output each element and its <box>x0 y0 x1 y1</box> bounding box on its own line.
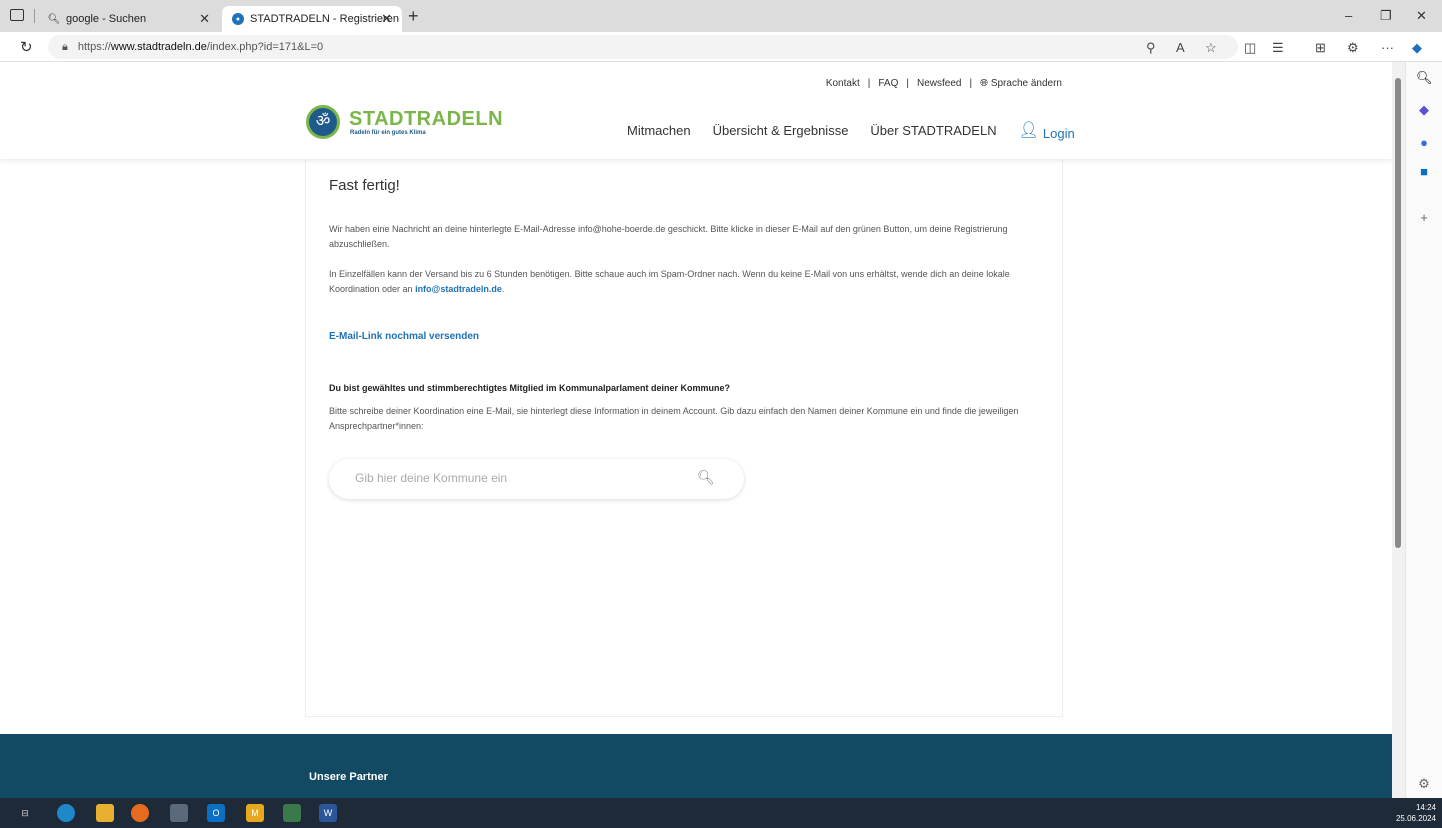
read-aloud-icon[interactable]: A <box>1176 40 1185 55</box>
browser-sidebar: 🔍︎ ◆ ● ■ + ⚙ <box>1405 62 1442 798</box>
restore-button[interactable]: ❐ <box>1380 8 1392 24</box>
site-favicon-icon: ● <box>232 13 244 25</box>
close-tab-icon[interactable]: ✕ <box>381 11 392 27</box>
key-icon[interactable]: ⚲ <box>1146 40 1156 56</box>
nav-separator: | <box>906 78 909 89</box>
login-link[interactable]: 👤︎ Login <box>1018 122 1075 143</box>
login-label: Login <box>1042 125 1075 141</box>
lock-icon: 🔒︎ <box>62 40 68 53</box>
council-info-text: Bitte schreibe deiner Koordination eine … <box>329 406 1019 431</box>
logo-name: STADTRADELN <box>349 108 504 130</box>
more-icon[interactable]: ··· <box>1381 40 1394 55</box>
word-icon[interactable]: W <box>319 804 337 822</box>
faq-link[interactable]: FAQ <box>878 78 898 89</box>
close-window-button[interactable]: ✕ <box>1416 8 1427 24</box>
new-tab-button[interactable]: + <box>408 6 419 27</box>
tab-actions-icon[interactable] <box>10 9 24 21</box>
search-icon[interactable]: 🔍︎ <box>697 469 715 486</box>
kontakt-link[interactable]: Kontakt <box>826 78 860 89</box>
web-page: Kontakt | FAQ | Newsfeed | 🌐︎ Sprache än… <box>0 62 1392 798</box>
logo-tagline: Radeln für ein gutes Klima <box>350 130 426 136</box>
language-label: Sprache ändern <box>990 78 1062 89</box>
settings-gear-icon[interactable]: ⚙ <box>1416 776 1432 792</box>
extensions-icon[interactable]: ⚙ <box>1347 40 1359 56</box>
close-tab-icon[interactable]: ✕ <box>199 11 210 27</box>
site-header: Kontakt | FAQ | Newsfeed | 🌐︎ Sprache än… <box>0 62 1392 159</box>
tab-stadtradeln[interactable]: ● STADTRADELN - Registrieren ✕ <box>222 6 402 32</box>
scrollbar-thumb[interactable] <box>1395 78 1401 548</box>
edge-icon[interactable] <box>57 804 75 822</box>
confirmation-text: Wir haben eine Nachricht an deine hinter… <box>329 224 1008 249</box>
nav-separator: | <box>867 78 871 89</box>
tab-separator <box>34 9 35 23</box>
add-icon[interactable]: + <box>1416 210 1432 226</box>
main-navigation: Mitmachen Übersicht & Ergebnisse Über ST… <box>627 122 1075 143</box>
calculator-icon[interactable] <box>170 804 188 822</box>
browser-tab-bar: 🔍︎ google - Suchen ✕ ● STADTRADELN - Reg… <box>0 0 1442 32</box>
partners-heading: Unsere Partner <box>309 771 388 783</box>
system-clock[interactable]: 14:24 25.06.2024 <box>1396 802 1436 824</box>
nav-mitmachen[interactable]: Mitmachen <box>627 123 691 143</box>
favorites-icon[interactable]: ☰ <box>1272 40 1284 56</box>
reload-icon[interactable]: ↻ <box>20 38 33 56</box>
minimize-button[interactable]: – <box>1345 8 1352 23</box>
firefox-icon[interactable] <box>131 804 149 822</box>
support-email-link[interactable]: info@stadtradeln.de <box>415 284 502 294</box>
split-screen-icon[interactable]: ◫ <box>1244 40 1256 56</box>
office-icon[interactable]: ● <box>1416 135 1432 151</box>
address-bar: ↻ 🔒︎ https://www.stadtradeln.de/index.ph… <box>0 32 1442 62</box>
page-title: Fast fertig! <box>329 177 400 194</box>
newsfeed-link[interactable]: Newsfeed <box>917 78 961 89</box>
search-icon: 🔍︎ <box>47 13 61 25</box>
page-scrollbar[interactable] <box>1392 62 1405 798</box>
url-field[interactable]: 🔒︎ https://www.stadtradeln.de/index.php?… <box>48 35 1238 59</box>
favorite-star-icon[interactable]: ☆ <box>1205 40 1217 56</box>
delivery-info-text: In Einzelfällen kann der Versand bis zu … <box>329 267 1049 297</box>
nav-uebersicht[interactable]: Übersicht & Ergebnisse <box>713 123 849 143</box>
copilot-icon[interactable]: ◆ <box>1412 40 1422 56</box>
outlook-icon[interactable]: ■ <box>1416 164 1432 180</box>
language-switch[interactable]: 🌐︎ Sprache ändern <box>980 78 1062 89</box>
clock-date: 25.06.2024 <box>1395 814 1436 823</box>
clock-time: 14:24 <box>1415 803 1436 812</box>
search-icon[interactable]: 🔍︎ <box>1416 70 1433 86</box>
council-question: Du bist gewähltes und stimmberechtigtes … <box>329 383 731 393</box>
url-path: /index.php?id=171&L=0 <box>206 41 324 53</box>
tab-google[interactable]: 🔍︎ google - Suchen ✕ <box>42 6 220 32</box>
site-footer: Unsere Partner <box>0 734 1392 798</box>
collections-icon[interactable]: ⊞ <box>1315 40 1326 56</box>
content-card: Fast fertig! Wir haben eine Nachricht an… <box>305 159 1063 717</box>
stadtradeln-logo[interactable]: ॐ STADTRADELN Radeln für ein gutes Klima <box>306 105 503 145</box>
task-view-icon[interactable]: ⊟ <box>16 804 34 822</box>
windows-taskbar: ⊟ O M W 14:24 25.06.2024 <box>0 798 1442 828</box>
delivery-info-end: . <box>501 284 505 294</box>
tab-title: STADTRADELN - Registrieren <box>250 13 399 25</box>
globe-icon: 🌐︎ <box>980 78 989 89</box>
kommune-search: 🔍︎ <box>329 459 744 499</box>
tag-icon[interactable]: ◆ <box>1416 102 1432 118</box>
resend-email-link[interactable]: E-Mail-Link nochmal versenden <box>329 331 479 342</box>
user-icon: 👤︎ <box>1018 122 1039 139</box>
app-icon[interactable] <box>283 804 301 822</box>
url-prefix: https:// <box>77 41 111 53</box>
nav-separator: | <box>969 78 973 89</box>
cyclist-logo-icon: ॐ <box>306 105 340 139</box>
outlook-icon[interactable]: O <box>207 804 225 822</box>
kommune-search-input[interactable] <box>355 471 685 485</box>
nav-ueber[interactable]: Über STADTRADELN <box>870 123 996 143</box>
file-explorer-icon[interactable] <box>96 804 114 822</box>
tab-title: google - Suchen <box>66 13 147 25</box>
top-navigation: Kontakt | FAQ | Newsfeed | 🌐︎ Sprache än… <box>826 78 1062 89</box>
url-host: www.stadtradeln.de <box>110 41 207 53</box>
app-icon[interactable]: M <box>246 804 264 822</box>
